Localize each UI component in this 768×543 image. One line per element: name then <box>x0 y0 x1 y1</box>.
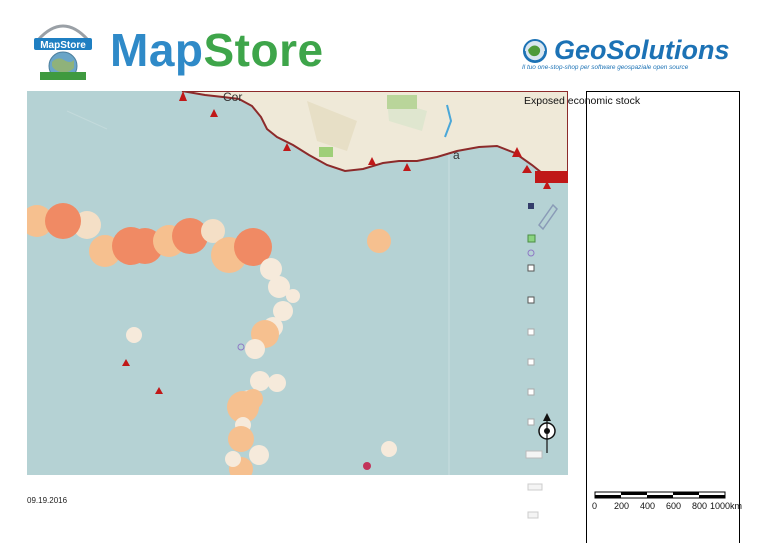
legend-panel <box>586 91 740 543</box>
legend-symbol <box>527 264 535 272</box>
map-canvas[interactable]: Cor a <box>27 91 568 475</box>
map-view[interactable]: Cor a <box>27 91 568 475</box>
hazard-cluster <box>535 171 568 183</box>
land-detail <box>387 95 417 109</box>
bubble <box>286 289 300 303</box>
legend-symbol <box>525 450 543 459</box>
place-label: Cor <box>223 91 242 104</box>
mapstore-globe-icon: MapStore <box>34 24 92 80</box>
mapstore-title: MapStore <box>110 22 324 78</box>
bubble <box>268 374 286 392</box>
bubble <box>243 389 263 409</box>
geosolutions-title: GeoSolutions <box>554 35 730 65</box>
geosolutions-globe-icon <box>523 39 547 63</box>
bubble <box>126 327 142 343</box>
legend-symbol <box>527 418 535 426</box>
legend-symbol <box>527 388 535 396</box>
land-detail <box>319 147 333 157</box>
legend-title: Exposed economic stock <box>524 95 641 107</box>
bubble <box>363 462 371 470</box>
mapstore-title-store: Store <box>203 24 324 76</box>
bubble <box>381 441 397 457</box>
scale-label: 600 <box>666 501 682 511</box>
bubble <box>249 445 269 465</box>
scale-labels: 0 200 400 600 800 1000km <box>590 501 750 513</box>
bubble <box>228 426 254 452</box>
bubble <box>245 339 265 359</box>
scale-label: 1000km <box>710 501 743 511</box>
place-label: a <box>453 148 460 162</box>
geosolutions-logo: GeoSolutions Il tuo one-stop-shop per so… <box>520 34 760 78</box>
print-date: 09.19.2016 <box>27 496 68 505</box>
scale-label: 0 <box>592 501 598 511</box>
legend-symbol <box>527 483 543 491</box>
legend-symbol <box>528 203 534 209</box>
legend-symbol <box>527 511 539 519</box>
scale-label: 400 <box>640 501 656 511</box>
bubble <box>45 203 81 239</box>
geosolutions-tagline: Il tuo one-stop-shop per software geospa… <box>522 64 689 71</box>
scale-label: 800 <box>692 501 708 511</box>
legend-extra-symbols <box>527 483 543 519</box>
bubble <box>250 371 270 391</box>
bubble <box>367 229 391 253</box>
legend-symbol <box>527 328 535 336</box>
mapstore-badge-text: MapStore <box>40 40 86 51</box>
legend-symbol <box>527 296 535 304</box>
scale-label: 200 <box>614 501 630 511</box>
legend-symbol <box>527 234 536 243</box>
legend-symbol <box>527 358 535 366</box>
bubble <box>225 451 241 467</box>
mapstore-logo: MapStore MapStore <box>24 16 354 82</box>
mapstore-title-map: Map <box>110 24 204 76</box>
